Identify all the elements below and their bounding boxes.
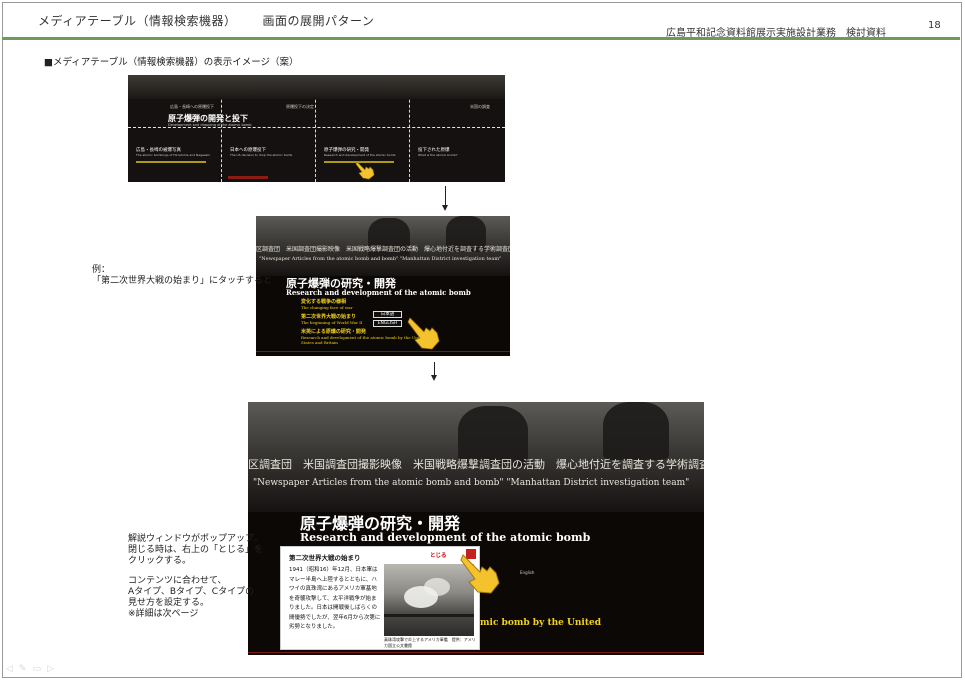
background-menu-item: mic bomb by the United xyxy=(480,618,601,628)
overview-divider xyxy=(128,127,505,128)
popup-note-line: ※詳細は次ページ xyxy=(128,609,199,619)
pen-icon[interactable]: ✎ xyxy=(19,664,33,674)
screen-category: 区調査団 米国調査団撮影映像 米国戦略爆撃調査団の活動 爆心地付近を調査する学術… xyxy=(256,216,510,356)
pointing-hand-icon xyxy=(460,554,500,594)
section-title: ■メディアテーブル（情報検索機器）の表示イメージ（案） xyxy=(44,57,299,68)
menu-item-en: The beginning of World War II xyxy=(301,320,363,325)
header-title-main: メディアテーブル（情報検索機器） xyxy=(38,14,237,28)
back-arrow-icon[interactable]: ◁ xyxy=(6,664,19,674)
page-number: 18 xyxy=(928,20,941,31)
header-divider xyxy=(2,37,960,40)
language-english-button[interactable]: ENGLISH xyxy=(373,320,402,327)
popup-note: 解説ウィンドウがポップアップ。 閉じる時は、右上の「とじる」を クリックする。 … xyxy=(128,534,263,620)
category-heading-en: Research and development of the atomic b… xyxy=(300,531,591,544)
pointing-hand-icon xyxy=(407,317,440,350)
menu-item-changing-war[interactable]: 変化する戦争の様相 The changing face of war xyxy=(301,298,353,310)
screen-overview: 広島・長崎への原爆投下 原爆投下の決定 米国の調査 原子爆弾の開発と投下 Dev… xyxy=(128,75,505,182)
bottom-red-line xyxy=(256,351,510,352)
topic-strip-en[interactable]: "Newspaper Articles from the atomic bomb… xyxy=(259,256,510,262)
example-note-line: 例： xyxy=(92,265,111,275)
popup-photo-caption: 真珠湾攻撃で炎上するアメリカ軍艦 提供：アメリカ国立公文書館 xyxy=(384,637,476,648)
photo-horizon xyxy=(384,614,474,617)
category-heading-en: Research and development of the atomic b… xyxy=(286,288,471,297)
overview-red-bar xyxy=(228,176,268,179)
arrow-down-icon xyxy=(431,362,437,381)
topic-strip-jp[interactable]: 区調査団 米国調査団撮影映像 米国戦略爆撃調査団の活動 爆心地付近を調査する学術… xyxy=(248,456,704,472)
overview-menu-item-en: The US decision to drop the atomic bomb xyxy=(230,153,293,157)
popup-note-line: 見せ方を設定する。 xyxy=(128,598,210,608)
overview-menu-item-en: What is the atomic bomb? xyxy=(418,153,458,157)
topic-strip-en[interactable]: "Newspaper Articles from the atomic bomb… xyxy=(253,478,704,488)
arrow-down-icon xyxy=(442,186,448,211)
language-japanese-button[interactable]: 日本語 xyxy=(373,311,402,318)
popup-note-line: コンテンツに合わせて、 xyxy=(128,576,227,586)
header-title-sub: 画面の展開パターン xyxy=(262,14,375,28)
popup-title: 第二次世界大戦の始まり xyxy=(289,554,361,562)
menu-item-jp: 第二次世界大戦の始まり xyxy=(301,314,357,320)
forward-arrow-icon[interactable]: ▷ xyxy=(47,664,60,674)
topic-strip-jp[interactable]: 区調査団 米国調査団撮影映像 米国戦略爆撃調査団の活動 爆心地付近を調査する学術… xyxy=(256,244,510,253)
popup-note-line: Aタイプ、Bタイプ、Cタイプの xyxy=(128,587,255,597)
bottom-red-line xyxy=(248,652,704,653)
pointing-hand-icon xyxy=(355,161,375,180)
popup-note-line: クリックする。 xyxy=(128,556,192,566)
popup-body-text: 1941（昭和16）年12月、日本軍はマレー半島へ上陸するとともに、ハワイの真珠… xyxy=(289,567,381,630)
menu-item-ww2-start[interactable]: 第二次世界大戦の始まり The beginning of World War I… xyxy=(301,313,362,325)
popup-close-label[interactable]: とじる xyxy=(430,551,447,559)
photo-smoke xyxy=(424,578,450,596)
photo-figure xyxy=(603,402,669,460)
popup-note-line: 解説ウィンドウがポップアップ。 xyxy=(128,534,263,544)
overview-title-en: Development and dropping of the atomic b… xyxy=(168,123,252,127)
overview-row1-item[interactable]: 米国の調査 xyxy=(470,104,490,110)
overview-row1-item[interactable]: 広島・長崎への原爆投下 xyxy=(170,104,214,110)
language-toggle-small[interactable]: English xyxy=(520,570,534,575)
popup-note-line: 閉じる時は、右上の「とじる」を xyxy=(128,545,264,555)
example-note: 例： 「第二次世界大戦の始まり」にタッチすると xyxy=(92,265,272,287)
overview-menu-item-en: The atomic bombings of Hiroshima and Nag… xyxy=(136,153,210,157)
menu-icon[interactable]: ▭ xyxy=(32,664,47,674)
overview-row1-item[interactable]: 原爆投下の決定 xyxy=(286,104,314,110)
explanation-popup: 第二次世界大戦の始まり とじる 1941（昭和16）年12月、日本軍はマレー半島… xyxy=(280,546,480,650)
slide-nav-icons[interactable]: ◁✎▭▷ xyxy=(6,664,60,674)
header-title: メディアテーブル（情報検索機器） 画面の展開パターン xyxy=(38,12,374,29)
menu-item-jp: 変化する戦争の様相 xyxy=(301,299,347,305)
menu-item-en: The changing face of war xyxy=(301,305,353,310)
note-spacer xyxy=(128,567,263,576)
example-note-line: 「第二次世界大戦の始まり」にタッチすると xyxy=(92,276,273,286)
overview-photo-strip xyxy=(128,75,505,99)
overview-menu-item-en: Research and development of the atomic b… xyxy=(324,153,396,157)
background-menu-item-en: mic bomb by the United xyxy=(480,618,602,628)
overview-yellow-lines xyxy=(136,161,206,163)
